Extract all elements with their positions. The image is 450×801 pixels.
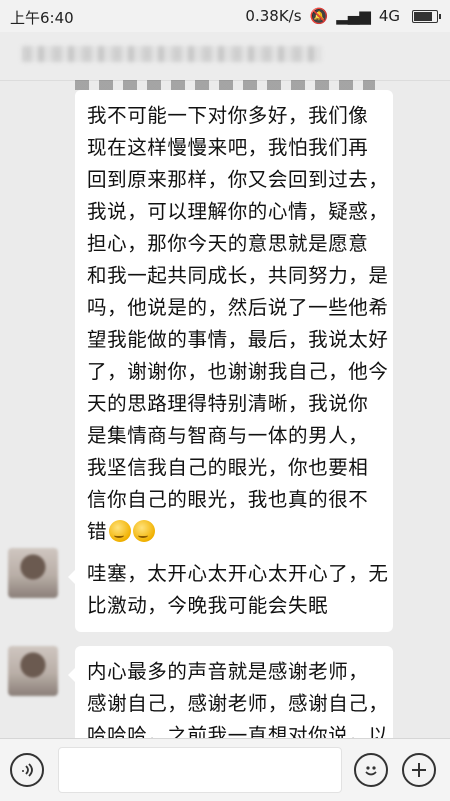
message-line: 内心最多的声音就是感谢老师， xyxy=(87,660,369,683)
message-line: 担心，那你今天的意思就是愿意 xyxy=(87,232,369,255)
message-line: 感谢自己，感谢老师，感谢自己， xyxy=(87,692,389,715)
message-line: 我不可能一下对你多好，我们像 xyxy=(87,104,369,127)
message-line: 望我能做的事情，最后，我说太好 xyxy=(87,328,389,351)
message-bubble[interactable]: 哇塞，太开心太开心太开心了，无 比激动，今晚我可能会失眠 xyxy=(68,548,393,632)
message-line: 比激动，今晚我可能会失眠 xyxy=(87,594,329,617)
message-line: 回到原来那样，你又会回到过去， xyxy=(87,168,389,191)
status-right: 0.38K/s 🔕 ▂▄▆ 4G xyxy=(245,7,441,25)
message-line: 我说，可以理解你的心情，疑惑， xyxy=(87,200,389,223)
thinking-emoji-icon xyxy=(133,520,156,542)
network-speed: 0.38K/s xyxy=(245,7,302,25)
message-line: 信你自己的眼光，我也真的很不 xyxy=(87,488,369,511)
mute-icon: 🔕 xyxy=(309,7,329,25)
message-line: 天的思路理得特别清晰，我说你 xyxy=(87,392,369,415)
input-bar xyxy=(0,738,450,801)
status-bar: 上午6:40 0.38K/s 🔕 ▂▄▆ 4G xyxy=(0,0,450,32)
message-line-text: 错 xyxy=(87,520,108,543)
avatar[interactable] xyxy=(8,548,58,598)
message-line: 是集情商与智商与一体的男人， xyxy=(87,424,369,447)
message-bubble[interactable]: 内心最多的声音就是感谢老师， 感谢自己，感谢老师，感谢自己， 哈哈哈，之前我一直… xyxy=(68,646,393,738)
message-line: 我坚信我自己的眼光，你也要相 xyxy=(87,456,369,479)
plus-icon xyxy=(412,763,426,777)
add-icon[interactable] xyxy=(402,753,436,787)
avatar[interactable] xyxy=(8,646,58,696)
emoji-icon[interactable] xyxy=(354,753,388,787)
voice-waves-icon xyxy=(22,763,33,777)
message-line: 了，谢谢你，也谢谢我自己，他今 xyxy=(87,360,389,383)
chat-title-blurred xyxy=(22,46,322,62)
message-bubble[interactable]: 我不可能一下对你多好，我们像 现在这样慢慢来吧，我怕我们再 回到原来那样，你又会… xyxy=(75,90,393,558)
voice-icon[interactable] xyxy=(10,753,44,787)
message-line: 哇塞，太开心太开心太开心了，无 xyxy=(87,562,389,585)
battery-icon xyxy=(412,9,441,23)
chat-area[interactable]: 我不可能一下对你多好，我们像 现在这样慢慢来吧，我怕我们再 回到原来那样，你又会… xyxy=(0,80,450,738)
signal-icon: ▂▄▆ xyxy=(336,7,371,25)
cutoff-previous-line xyxy=(75,80,375,90)
status-time: 上午6:40 xyxy=(10,9,74,27)
message-line: 和我一起共同成长，共同努力，是 xyxy=(87,264,389,287)
message-input[interactable] xyxy=(58,747,342,793)
chat-title-bar xyxy=(0,32,450,81)
message-line: 现在这样慢慢来吧，我怕我们再 xyxy=(87,136,369,159)
smile-face-icon xyxy=(365,766,377,776)
message-line-last: 错 xyxy=(87,516,381,548)
message-line: 哈哈哈，之前我一直想对你说，以 xyxy=(87,724,389,738)
thinking-emoji-icon xyxy=(109,520,132,542)
network-type: 4G xyxy=(378,7,400,25)
message-line: 吗，他说是的，然后说了一些他希 xyxy=(87,296,389,319)
